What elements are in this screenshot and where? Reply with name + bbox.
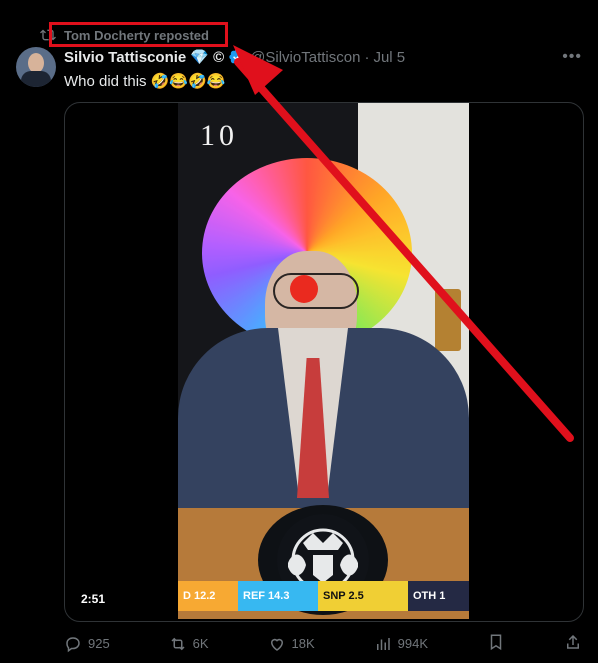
views-count: 994K	[397, 636, 429, 651]
ticker-item-d: D 12.2	[178, 581, 238, 611]
ticker-item-ref: REF 14.3	[238, 581, 318, 611]
door-number: 10	[200, 119, 238, 152]
author-name[interactable]: Silvio Tattisconie	[64, 49, 186, 66]
avatar[interactable]	[16, 47, 56, 87]
like-button[interactable]: 18K	[268, 635, 315, 653]
author-handle[interactable]: @SilvioTattiscon	[250, 49, 360, 66]
reply-button[interactable]: 925	[64, 635, 110, 653]
views-button[interactable]: 994K	[374, 635, 428, 653]
author-name-extra: 💎 ©	[190, 49, 225, 66]
separator-dot: ·	[364, 48, 370, 66]
annotation-highlight-box	[49, 22, 228, 47]
video-duration: 2:51	[81, 592, 106, 606]
share-button[interactable]	[564, 633, 582, 654]
clown-nose	[290, 275, 318, 303]
retweet-button[interactable]: 6K	[169, 635, 209, 653]
more-options-icon[interactable]: •••	[562, 48, 582, 66]
reply-icon	[66, 636, 80, 652]
election-ticker: D 12.2 REF 14.3 SNP 2.5 OTH 1	[178, 581, 469, 611]
bookmark-button[interactable]	[487, 633, 505, 654]
ticker-item-snp: SNP 2.5	[318, 581, 408, 611]
verified-icon	[229, 49, 245, 65]
action-bar: 925 6K 18K 994K	[64, 633, 582, 654]
views-icon	[376, 637, 390, 650]
bookmark-icon	[490, 634, 502, 651]
tweet-date[interactable]: Jul 5	[373, 49, 405, 66]
tweet-header: Silvio Tattisconie 💎 © @SilvioTattiscon …	[64, 48, 405, 67]
retweet-icon	[171, 637, 185, 650]
video-frame[interactable]: 10 D 12.2 REF 14.3 SNP 2.5 OTH 1	[178, 103, 469, 619]
lamp	[435, 289, 461, 351]
reply-count: 925	[88, 636, 110, 651]
share-icon	[566, 634, 579, 649]
tweet-text: Who did this 🤣😂🤣😂	[64, 73, 226, 90]
retweet-count: 6K	[192, 636, 209, 651]
like-count: 18K	[291, 636, 315, 651]
media-container[interactable]: 10 D 12.2 REF 14.3 SNP 2.5 OTH 1 2:51	[64, 102, 584, 622]
heart-icon	[270, 638, 283, 651]
ticker-item-oth: OTH 1	[408, 581, 469, 611]
